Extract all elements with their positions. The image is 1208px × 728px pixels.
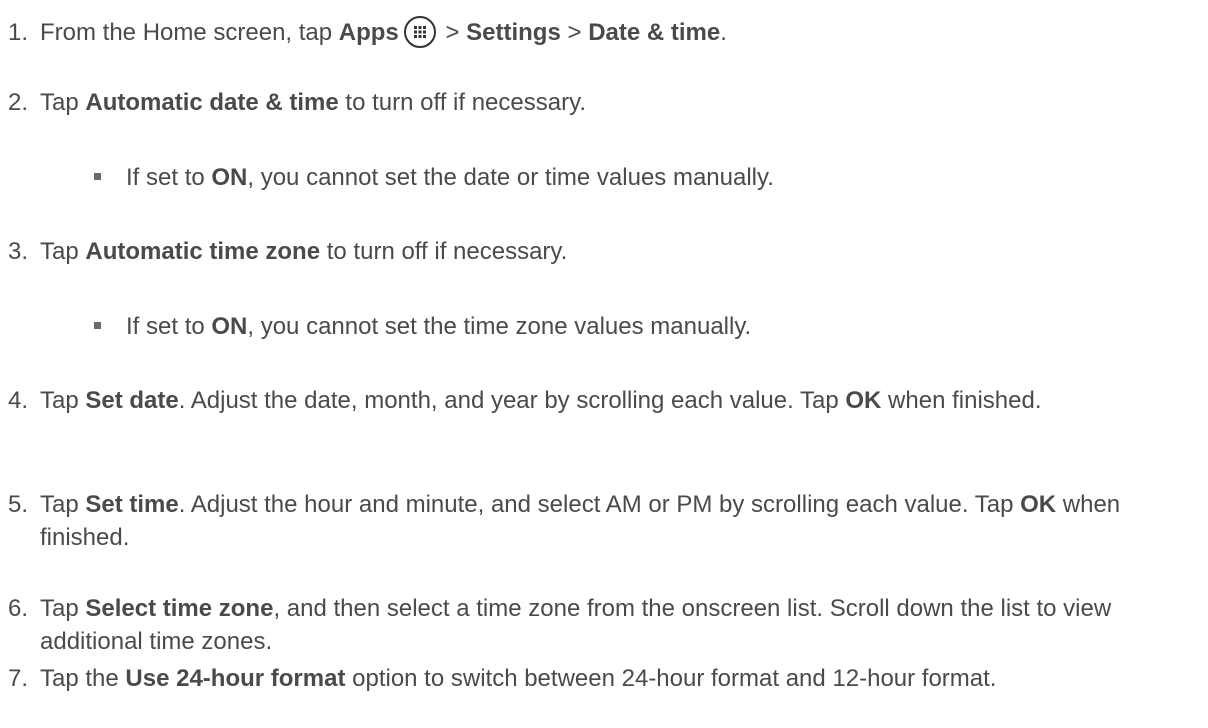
step-4: 4. Tap Set date. Adjust the date, month,… — [8, 384, 1198, 417]
bullet-2: If set to ON, you cannot set the time zo… — [94, 310, 1194, 343]
settings-label: Settings — [466, 19, 561, 46]
step-number: 7. — [8, 665, 29, 692]
apps-grid-icon — [403, 15, 437, 49]
bullet-1: If set to ON, you cannot set the date or… — [94, 161, 1194, 194]
step-text: Tap Automatic time zone to turn off if n… — [40, 238, 568, 265]
step-text: Tap Set time. Adjust the hour and minute… — [40, 491, 1121, 551]
bullet-square-icon — [94, 173, 101, 180]
step-7: 7. Tap the Use 24-hour format option to … — [8, 662, 1198, 695]
bullet-text: If set to ON, you cannot set the date or… — [126, 164, 774, 191]
step-5: 5. Tap Set time. Adjust the hour and min… — [8, 488, 1198, 554]
step-6: 6. Tap Select time zone, and then select… — [8, 592, 1198, 658]
step-number: 3. — [8, 238, 29, 265]
bullet-text: If set to ON, you cannot set the time zo… — [126, 313, 752, 340]
bullet-square-icon — [94, 322, 101, 329]
apps-label: Apps — [338, 19, 399, 46]
step-text: Tap Select time zone, and then select a … — [40, 595, 1112, 655]
date-time-label: Date & time — [588, 19, 721, 46]
step-text: Tap Set date. Adjust the date, month, an… — [40, 387, 1042, 414]
step-number: 4. — [8, 387, 29, 414]
step-number: 2. — [8, 89, 29, 116]
step-2: 2. Tap Automatic date & time to turn off… — [8, 86, 1198, 119]
step-text: Tap the Use 24-hour format option to swi… — [40, 665, 997, 692]
step-3: 3. Tap Automatic time zone to turn off i… — [8, 235, 1198, 268]
step-number: 5. — [8, 491, 29, 518]
step-1: 1. From the Home screen, tap Apps > Sett… — [8, 15, 1198, 49]
step-number: 1. — [8, 19, 29, 46]
step-text: From the Home screen, tap Apps > Setting… — [40, 15, 1198, 49]
step-text: Tap Automatic date & time to turn off if… — [40, 89, 586, 116]
step-number: 6. — [8, 595, 29, 622]
